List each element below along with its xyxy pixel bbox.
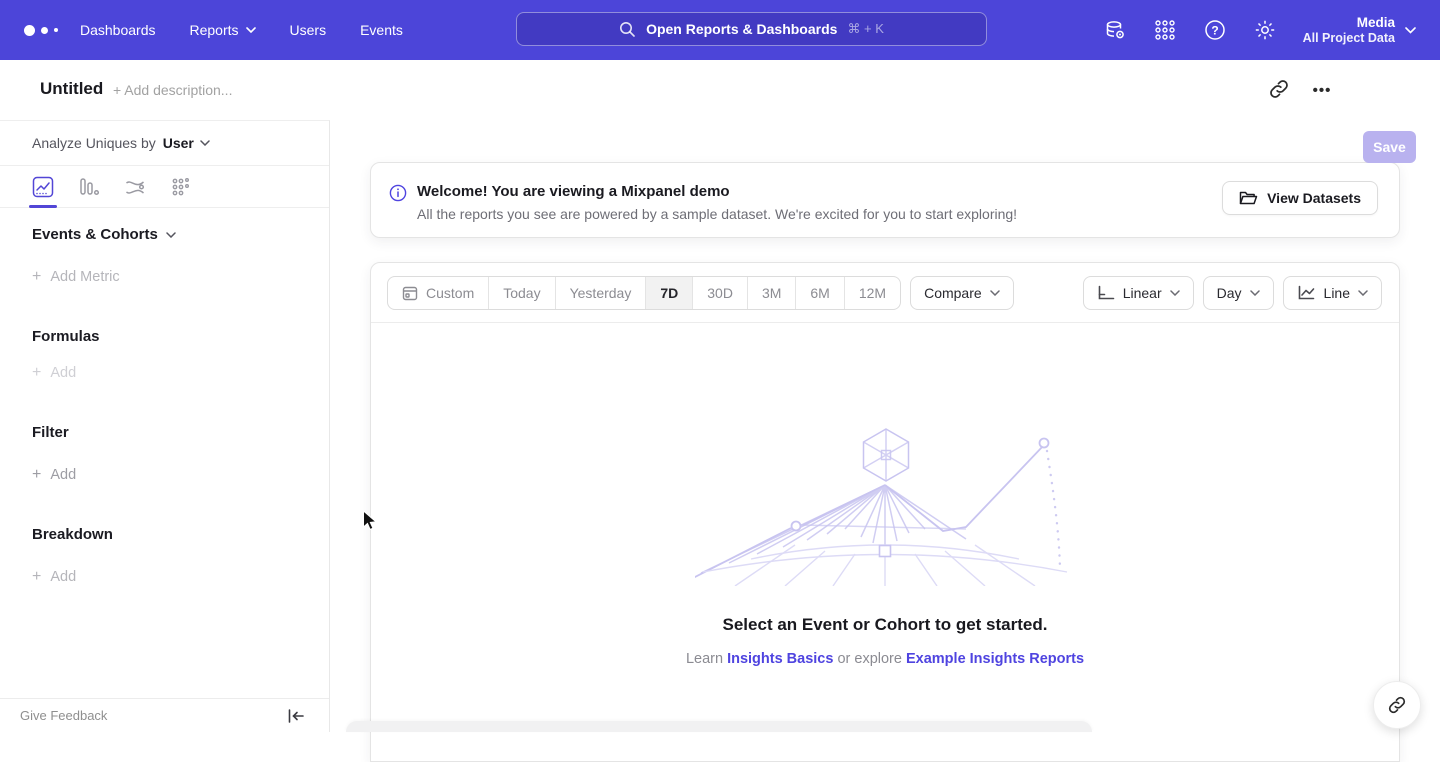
range-custom[interactable]: Custom bbox=[388, 277, 489, 309]
flow-chart-icon bbox=[124, 176, 146, 198]
date-range-control: Custom Today Yesterday 7D 30D 3M 6M 12M bbox=[387, 276, 901, 310]
empty-state-title: Select an Event or Cohort to get started… bbox=[371, 615, 1399, 635]
nav-dashboards[interactable]: Dashboards bbox=[80, 22, 156, 38]
link-icon bbox=[1387, 695, 1407, 715]
save-button[interactable]: Save bbox=[1363, 131, 1416, 163]
calendar-icon bbox=[402, 285, 418, 301]
welcome-banner: Welcome! You are viewing a Mixpanel demo… bbox=[370, 162, 1400, 238]
folder-icon bbox=[1239, 190, 1258, 206]
floating-link-button[interactable] bbox=[1373, 681, 1421, 729]
add-metric-button[interactable]: + Add Metric bbox=[32, 268, 120, 286]
breakdown-section: Breakdown bbox=[32, 526, 113, 543]
chevron-down-icon bbox=[1405, 27, 1416, 34]
learn-text: Learn bbox=[686, 651, 727, 667]
primary-nav: Dashboards Reports Users Events bbox=[80, 0, 403, 60]
explore-text: or explore bbox=[833, 651, 906, 667]
line-type-icon bbox=[1297, 285, 1316, 301]
add-breakdown-button[interactable]: + Add bbox=[32, 568, 76, 586]
tab-line-chart[interactable] bbox=[32, 176, 54, 198]
info-icon bbox=[389, 184, 407, 202]
top-navigation-bar: Dashboards Reports Users Events Open Rep… bbox=[0, 0, 1440, 60]
project-switcher[interactable]: Media All Project Data bbox=[1303, 15, 1416, 46]
chevron-down-icon bbox=[1250, 290, 1260, 296]
give-feedback-link[interactable]: Give Feedback bbox=[20, 708, 107, 723]
tab-metric-grid[interactable] bbox=[170, 176, 192, 198]
search-label: Open Reports & Dashboards bbox=[646, 21, 837, 37]
chevron-down-icon bbox=[166, 232, 176, 238]
query-builder-sidebar: Analyze Uniques by User bbox=[0, 120, 330, 732]
nav-users[interactable]: Users bbox=[290, 22, 327, 38]
report-header: Untitled + Add description... ••• Save bbox=[0, 60, 1440, 120]
chevron-down-icon bbox=[1358, 290, 1368, 296]
report-title[interactable]: Untitled bbox=[40, 79, 103, 99]
chart-type-dropdown[interactable]: Line bbox=[1283, 276, 1382, 310]
apps-grid-icon[interactable] bbox=[1153, 18, 1177, 42]
insights-chart-card: Custom Today Yesterday 7D 30D 3M 6M 12M … bbox=[370, 262, 1400, 762]
filter-section: Filter bbox=[32, 424, 69, 441]
events-cohorts-section[interactable]: Events & Cohorts bbox=[32, 226, 176, 243]
nav-utilities: ? Media All Project Data bbox=[1103, 0, 1416, 60]
linear-axes-icon bbox=[1097, 285, 1115, 301]
help-icon[interactable]: ? bbox=[1203, 18, 1227, 42]
range-6m[interactable]: 6M bbox=[796, 277, 844, 309]
plus-icon: + bbox=[32, 466, 41, 484]
search-icon bbox=[619, 21, 636, 38]
formulas-section: Formulas bbox=[32, 328, 100, 345]
add-filter-button[interactable]: + Add bbox=[32, 466, 76, 484]
settings-gear-icon[interactable] bbox=[1253, 18, 1277, 42]
chart-toolbar: Custom Today Yesterday 7D 30D 3M 6M 12M … bbox=[371, 263, 1399, 323]
tab-bar-chart[interactable] bbox=[78, 176, 100, 198]
collapse-sidebar-icon[interactable] bbox=[287, 708, 305, 724]
mixpanel-logo-icon[interactable] bbox=[24, 23, 68, 37]
bottom-sheet-edge bbox=[346, 721, 1092, 732]
bar-chart-icon bbox=[78, 176, 100, 198]
range-today[interactable]: Today bbox=[489, 277, 555, 309]
plus-icon: + bbox=[32, 364, 41, 382]
range-7d[interactable]: 7D bbox=[646, 277, 693, 309]
view-datasets-button[interactable]: View Datasets bbox=[1222, 181, 1378, 215]
add-formula-button[interactable]: + Add bbox=[32, 364, 76, 382]
granularity-dropdown[interactable]: Day bbox=[1203, 276, 1274, 310]
example-reports-link[interactable]: Example Insights Reports bbox=[906, 651, 1084, 667]
dots-grid-icon bbox=[170, 176, 192, 198]
chevron-down-icon bbox=[990, 290, 1000, 296]
range-12m[interactable]: 12M bbox=[845, 277, 900, 309]
banner-title: Welcome! You are viewing a Mixpanel demo bbox=[417, 183, 730, 200]
compare-button[interactable]: Compare bbox=[910, 276, 1014, 310]
add-description-field[interactable]: + Add description... bbox=[113, 82, 232, 98]
banner-subtitle: All the reports you see are powered by a… bbox=[417, 206, 1017, 222]
empty-state-subtitle: Learn Insights Basics or explore Example… bbox=[371, 651, 1399, 667]
visualization-tabs bbox=[0, 167, 329, 208]
chevron-down-icon bbox=[1170, 290, 1180, 296]
sidebar-footer: Give Feedback bbox=[0, 698, 329, 732]
chevron-down-icon bbox=[246, 27, 256, 33]
range-yesterday[interactable]: Yesterday bbox=[556, 277, 647, 309]
more-options-icon[interactable]: ••• bbox=[1308, 78, 1336, 102]
nav-reports[interactable]: Reports bbox=[190, 22, 256, 38]
main-content: Welcome! You are viewing a Mixpanel demo… bbox=[330, 120, 1440, 732]
analyze-uniques-row: Analyze Uniques by User bbox=[0, 121, 329, 166]
chevron-down-icon bbox=[200, 140, 210, 146]
search-shortcut: ⌘ + K bbox=[847, 21, 884, 37]
scale-dropdown[interactable]: Linear bbox=[1083, 276, 1194, 310]
range-3m[interactable]: 3M bbox=[748, 277, 796, 309]
svg-text:?: ? bbox=[1211, 23, 1218, 37]
plus-icon: + bbox=[32, 568, 41, 586]
tab-flow-chart[interactable] bbox=[124, 176, 146, 198]
line-chart-icon bbox=[32, 176, 54, 198]
data-management-icon[interactable] bbox=[1103, 18, 1127, 42]
project-name: Media bbox=[1303, 15, 1395, 31]
analyze-label: Analyze Uniques by bbox=[32, 135, 156, 151]
global-search[interactable]: Open Reports & Dashboards ⌘ + K bbox=[516, 12, 987, 46]
analyze-by-dropdown[interactable]: User bbox=[163, 135, 210, 151]
empty-state-illustration bbox=[695, 421, 1075, 586]
copy-link-icon[interactable] bbox=[1268, 78, 1292, 102]
nav-events[interactable]: Events bbox=[360, 22, 403, 38]
insights-basics-link[interactable]: Insights Basics bbox=[727, 651, 833, 667]
project-scope: All Project Data bbox=[1303, 31, 1395, 46]
range-30d[interactable]: 30D bbox=[693, 277, 748, 309]
plus-icon: + bbox=[32, 268, 41, 286]
